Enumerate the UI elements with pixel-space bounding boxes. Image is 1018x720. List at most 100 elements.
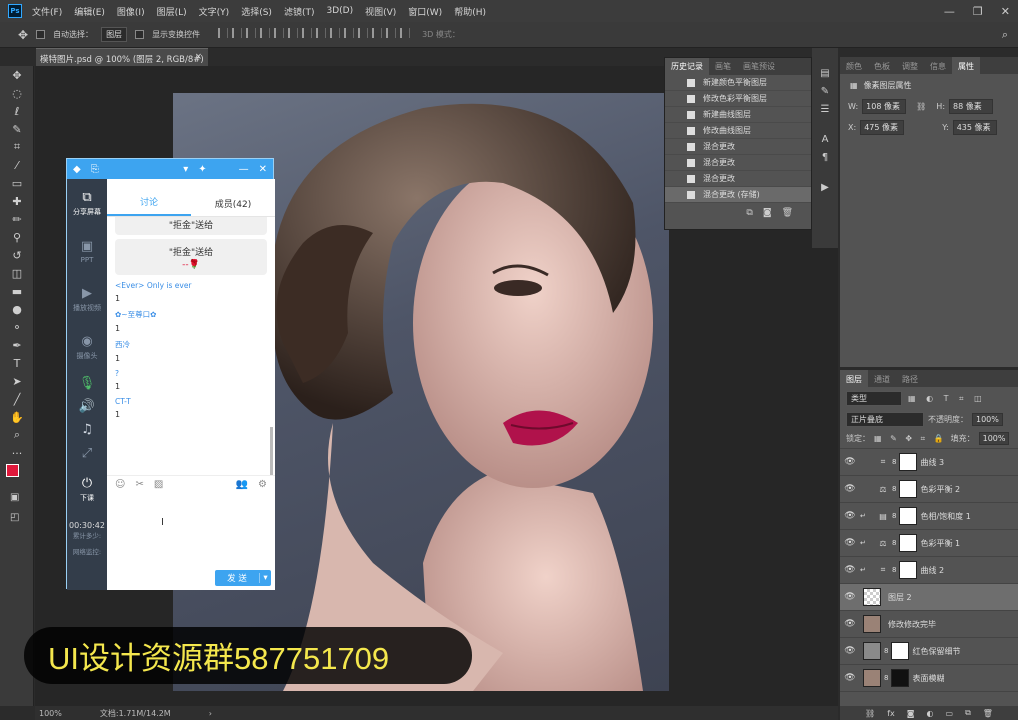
clone-stamp-icon[interactable]: ⚲ [0, 228, 34, 246]
blur-tool-icon[interactable]: ● [0, 300, 34, 318]
new-layer-icon[interactable]: ⧉ [965, 708, 971, 718]
tab-swatches[interactable]: 色板 [868, 57, 896, 74]
frame-tool-icon[interactable]: ▭ [0, 174, 34, 192]
minimize-icon[interactable]: — [239, 164, 249, 175]
width-field[interactable]: 108 像素 [862, 99, 907, 114]
hand-tool-icon[interactable]: ✋ [0, 408, 34, 426]
brush-panel-icon[interactable]: ✎ [812, 82, 838, 100]
history-item-active[interactable]: 混合更改 (存储) [665, 187, 811, 203]
gradient-icon[interactable]: ▬ [0, 282, 34, 300]
show-transform-checkbox[interactable] [135, 30, 145, 39]
quick-select-icon[interactable]: ✎ [0, 120, 34, 138]
eye-icon[interactable]: 👁 [840, 592, 860, 602]
healing-brush-icon[interactable]: ✚ [0, 192, 34, 210]
tab-paths[interactable]: 路径 [896, 370, 924, 387]
message-list[interactable]: "拒金"送给 "拒金"送给 --🌹 <Ever> Only is ever 1 ✿… [107, 217, 275, 475]
tab-discussion[interactable]: 讨论 [107, 195, 191, 216]
settings-icon[interactable]: ⚙ [258, 479, 267, 490]
eye-icon[interactable]: 👁 [840, 457, 860, 467]
folder-icon[interactable]: ▭ [946, 709, 954, 718]
dodge-tool-icon[interactable]: ⚬ [0, 318, 34, 336]
restore-icon[interactable]: ❐ [973, 5, 983, 18]
close-tab-icon[interactable]: × [195, 52, 202, 62]
dropdown-icon[interactable]: ▾ [183, 164, 188, 175]
adjustment-layer-icon[interactable]: ◐ [927, 709, 934, 718]
zoom-level[interactable]: 100% [39, 709, 62, 718]
type-tool-icon[interactable]: T [0, 354, 34, 372]
menu-file[interactable]: 文件(F) [32, 5, 62, 18]
align-icon[interactable] [386, 28, 397, 38]
volume-button[interactable]: 🔊 [67, 395, 107, 417]
search-icon[interactable]: ⌕ [1002, 28, 1008, 42]
emoji-icon[interactable]: ☺ [115, 479, 125, 490]
y-field[interactable]: 435 像素 [952, 120, 997, 135]
menu-window[interactable]: 窗口(W) [408, 5, 442, 18]
layer-row[interactable]: 👁 ⌗ 8 曲线 3 [840, 449, 1018, 476]
eye-icon[interactable]: 👁 [840, 538, 860, 548]
history-item[interactable]: 混合更改 [665, 155, 811, 171]
tab-color[interactable]: 颜色 [840, 57, 868, 74]
align-icon[interactable] [316, 28, 327, 38]
color-swatches[interactable] [6, 464, 28, 486]
adjust-panel-icon[interactable]: ☰ [812, 100, 838, 118]
close-icon[interactable]: ✕ [1001, 5, 1010, 18]
move-tool-icon[interactable]: ✥ [18, 28, 28, 42]
path-select-icon[interactable]: ➤ [0, 372, 34, 390]
x-field[interactable]: 475 像素 [860, 120, 905, 135]
music-button[interactable]: ♫ [67, 417, 107, 441]
menu-help[interactable]: 帮助(H) [454, 5, 486, 18]
layer-row[interactable]: 👁 ⚖ 8 色彩平衡 2 [840, 476, 1018, 503]
scissors-icon[interactable]: ✂ [135, 479, 143, 490]
history-item[interactable]: 修改曲线图层 [665, 123, 811, 139]
close-icon[interactable]: ✕ [259, 164, 267, 175]
tab-layers[interactable]: 图层 [840, 370, 868, 387]
align-icon[interactable] [260, 28, 271, 38]
character-panel-icon[interactable]: A [812, 130, 838, 148]
link-layers-icon[interactable]: ⛓ [865, 709, 875, 718]
members-icon[interactable]: 👥 [236, 479, 248, 490]
height-field[interactable]: 88 像素 [949, 99, 994, 114]
align-icon[interactable] [344, 28, 355, 38]
menu-edit[interactable]: 编辑(E) [74, 5, 105, 18]
eraser-icon[interactable]: ◫ [0, 264, 34, 282]
menu-image[interactable]: 图像(I) [117, 5, 145, 18]
layer-row[interactable]: 👁 8 表面模糊 [840, 665, 1018, 692]
tab-members[interactable]: 成员(42) [191, 197, 275, 216]
align-icon[interactable] [302, 28, 313, 38]
share-screen-button[interactable]: ⧉ 分享屏幕 [67, 179, 107, 227]
add-mask-icon[interactable]: ◙ [907, 709, 915, 718]
fill-field[interactable]: 100% [978, 432, 1010, 445]
minimize-icon[interactable]: — [944, 5, 955, 18]
lasso-tool-icon[interactable]: ℓ [0, 102, 34, 120]
fx-icon[interactable]: fx [887, 709, 895, 718]
layer-kind-filter[interactable]: 类型 [846, 391, 902, 406]
share-icon[interactable]: ⎘ [91, 164, 99, 175]
menu-layer[interactable]: 图层(L) [157, 5, 187, 18]
send-button[interactable]: 发 送 ▾ [215, 570, 271, 586]
eye-icon[interactable]: 👁 [840, 646, 860, 656]
menu-3d[interactable]: 3D(D) [326, 6, 353, 16]
tab-brush[interactable]: 画笔 [709, 61, 737, 72]
brush-tool-icon[interactable]: ✏ [0, 210, 34, 228]
play-video-button[interactable]: ▶ 播放视频 [67, 275, 107, 323]
camera-button[interactable]: ◉ 摄像头 [67, 323, 107, 371]
align-icon[interactable] [400, 28, 411, 38]
eye-icon[interactable]: 👁 [840, 484, 860, 494]
opacity-field[interactable]: 100% [972, 413, 1003, 426]
ppt-button[interactable]: ▣ PPT [67, 227, 107, 275]
lock-icons[interactable]: ▦ ✎ ✥ ⌗ 🔒 [874, 434, 947, 444]
auto-select-dropdown[interactable]: 图层 [101, 27, 128, 42]
filter-icons[interactable]: ▦ ◐ T ⌗ ◫ [908, 394, 986, 404]
align-icon[interactable] [246, 28, 257, 38]
expand-button[interactable]: ⤢ [67, 441, 107, 465]
menu-filter[interactable]: 滤镜(T) [284, 5, 315, 18]
trash-icon[interactable]: 🗑 [983, 709, 993, 718]
quick-mask-icon[interactable]: ▣ [10, 492, 19, 503]
history-item[interactable]: 混合更改 [665, 139, 811, 155]
send-options-icon[interactable]: ▾ [259, 573, 271, 583]
document-tab[interactable]: 模特图片.psd @ 100% (图层 2, RGB/8#) × [36, 48, 208, 66]
pen-tool-icon[interactable]: ✒ [0, 336, 34, 354]
image-icon[interactable]: ▨ [154, 479, 163, 490]
end-class-button[interactable]: ⏻ 下课 [67, 465, 107, 513]
align-icon[interactable] [232, 28, 243, 38]
